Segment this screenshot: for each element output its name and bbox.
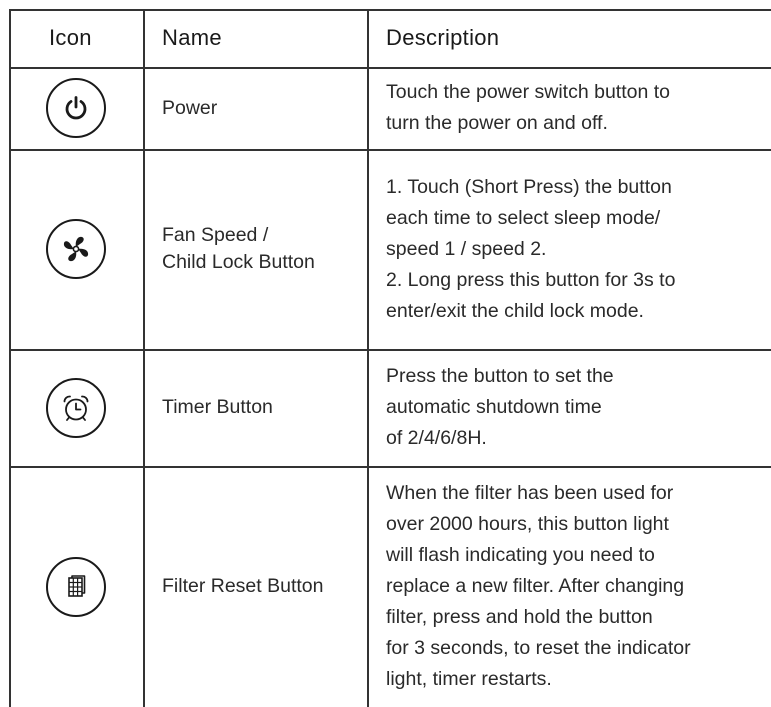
filter-icon (68, 574, 86, 597)
timer-description: Press the button to set the automatic sh… (386, 365, 614, 449)
header-name-cell: Name (143, 9, 367, 67)
header-icon: Icon (49, 25, 92, 50)
power-button (46, 78, 106, 138)
filter-reset-button (46, 556, 106, 617)
alarm-clock-icon (63, 395, 89, 421)
table-row-fan-icon-cell (9, 149, 143, 349)
table-row-timer-name-cell: Timer Button (143, 349, 367, 466)
fan-speed-button (46, 219, 106, 279)
table-row-timer-description-cell: Press the button to set the automatic sh… (367, 349, 771, 466)
header-description: Description (386, 25, 500, 50)
power-icon (65, 96, 87, 120)
table-row-fan-name-cell: Fan Speed / Child Lock Button (143, 149, 367, 349)
fan-speed-description: 1. Touch (Short Press) the button each t… (386, 175, 676, 322)
table-row-fan-description-cell: 1. Touch (Short Press) the button each t… (367, 149, 771, 349)
controls-table: Icon Name Description Power Touch the po… (9, 9, 771, 707)
fan-speed-name: Fan Speed / Child Lock Button (162, 224, 315, 273)
timer-button (46, 377, 106, 438)
table-row-filter-description-cell: When the filter has been used for over 2… (367, 466, 771, 707)
table-row-power-description-cell: Touch the power switch button to turn th… (367, 67, 771, 149)
table-row-timer-icon-cell (9, 349, 143, 466)
header-icon-cell: Icon (9, 9, 143, 67)
power-name: Power (162, 96, 218, 119)
table-row-filter-name-cell: Filter Reset Button (143, 466, 367, 707)
timer-name: Timer Button (162, 396, 273, 418)
table-row-power-name-cell: Power (143, 67, 367, 149)
table-row-filter-icon-cell (9, 466, 143, 707)
filter-reset-description: When the filter has been used for over 2… (386, 482, 691, 690)
table-row-power-icon-cell (9, 67, 143, 149)
power-description: Touch the power switch button to turn th… (386, 81, 670, 134)
header-description-cell: Description (367, 9, 771, 67)
fan-icon (63, 236, 89, 262)
filter-reset-name: Filter Reset Button (162, 575, 324, 597)
header-name: Name (162, 25, 222, 50)
